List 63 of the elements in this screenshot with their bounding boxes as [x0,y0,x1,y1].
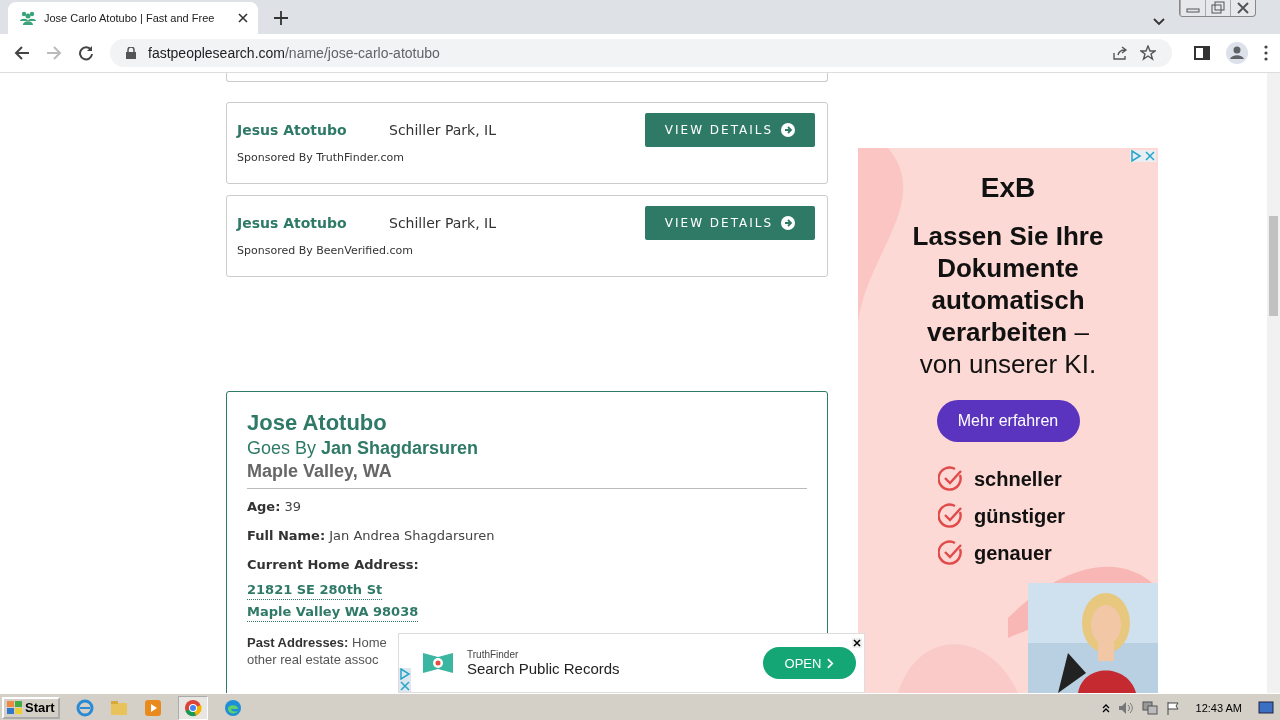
browser-tab[interactable]: Jose Carlo Atotubo | Fast and Free [8,2,258,34]
field-text: Age: 39 [247,499,303,514]
person-location: Schiller Park, IL [389,122,497,138]
person-location: Schiller Park, IL [389,215,497,231]
close-icon[interactable] [852,638,862,648]
check-circle-icon [938,503,964,529]
eye-logo-icon [423,651,453,675]
view-details-button[interactable]: VIEW DETAILS [645,113,815,147]
ad-logo: ExB [980,172,1036,204]
check-circle-icon [938,466,964,492]
address-link[interactable]: 21821 SE 280th St [247,581,383,600]
side-panel-icon[interactable] [1194,45,1210,61]
share-icon[interactable] [1112,45,1128,61]
windows-logo-icon [7,700,23,715]
address-link[interactable]: Maple Valley WA 98038 [247,603,419,622]
ad-banner[interactable]: TruthFinder Search Public Records OPEN [398,633,865,693]
close-icon[interactable] [238,13,248,23]
lock-icon [126,47,136,59]
star-icon[interactable] [1140,45,1156,61]
chevron-down-icon[interactable] [1153,18,1165,26]
sponsor-text: Sponsored By TruthFinder.com [237,151,405,164]
profile-name: Jose Atotubo [247,410,388,436]
chrome-taskbar-button[interactable] [177,695,208,720]
address-bar[interactable]: fastpeoplesearch.com/name/jose-carlo-atotubo [110,39,1172,67]
arrow-circle-icon [781,216,796,230]
profile-location: Maple Valley, WA [247,461,393,482]
ad-title: Search Public Records [467,660,620,677]
scrollbar[interactable] [1267,73,1280,693]
check-circle-icon [938,540,964,566]
network-icon[interactable] [1141,700,1158,715]
chevron-up-icon[interactable] [1101,702,1110,713]
arrow-circle-icon [781,123,796,137]
tab-title: Jose Carlo Atotubo | Fast and Free [44,12,216,24]
url-text: fastpeoplesearch.com/name/jose-carlo-atotubo [148,45,440,61]
ad-headline: Lassen Sie Ihre Dokumente automatisch verarbeiten – von unserer KI. [911,220,1105,380]
person-name[interactable]: Jesus Atotubo [237,215,389,231]
field-text: other real estate assoc [247,652,379,667]
start-button[interactable]: Start [2,696,60,719]
speaker-icon[interactable] [1117,700,1134,715]
menu-icon[interactable] [1264,45,1268,61]
person-name[interactable]: Jesus Atotubo [237,122,389,138]
benefit-text: genauer [974,541,1052,565]
clock: 12:43 AM [1195,701,1242,714]
benefit-text: günstiger [974,504,1066,528]
alias-text: Goes By Jan Shagdarsuren [247,438,480,459]
learn-more-button[interactable]: Mehr erfahren [936,400,1080,442]
flag-icon[interactable] [1165,700,1180,715]
field-label: Current Home Address: [247,557,419,572]
field-text: Past Addresses: Home [247,635,387,650]
show-desktop-icon[interactable] [1258,700,1274,715]
field-text: Full Name: Jan Andrea Shagdarsuren [247,528,496,543]
reload-icon[interactable] [78,45,94,61]
people-icon [20,11,36,25]
chevron-right-icon [827,657,835,669]
benefit-text: schneller [974,467,1062,491]
open-button[interactable]: OPEN [763,647,856,679]
new-tab-icon[interactable] [274,11,288,25]
back-icon[interactable] [14,45,30,61]
media-player-icon[interactable] [143,698,162,717]
advertiser-name: TruthFinder [467,649,520,660]
profile-icon[interactable] [1226,42,1248,64]
sponsor-text: Sponsored By BeenVerified.com [237,244,414,257]
view-details-button[interactable]: VIEW DETAILS [645,206,815,240]
